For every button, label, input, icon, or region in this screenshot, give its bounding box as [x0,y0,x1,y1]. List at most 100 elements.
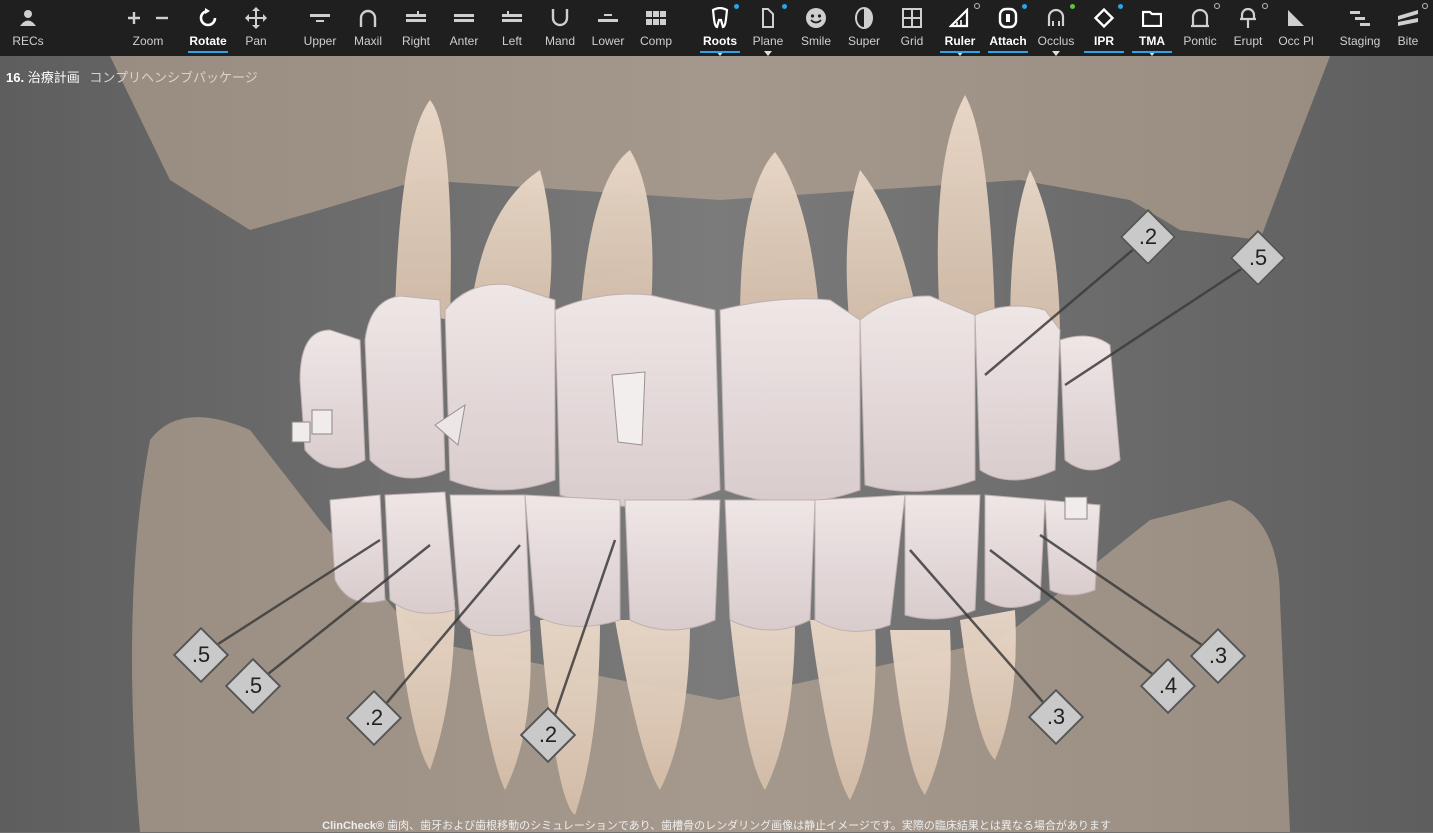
smile-button[interactable]: Smile [796,0,836,56]
pontic-button[interactable]: Pontic [1180,0,1220,56]
superimpose-button[interactable]: Super [844,0,884,56]
recs-button[interactable]: RECs [8,0,48,56]
mand-view-label: Mand [544,34,576,48]
plane-button[interactable]: Plane [748,0,788,56]
ipr-marker[interactable]: .3 [1027,688,1085,746]
rotate-icon [198,7,218,29]
superimpose-icon [854,7,874,29]
attach-label: Attach [989,34,1027,48]
occlusion-label: Occlus [1037,34,1075,48]
ipr-marker[interactable]: .5 [1229,229,1287,287]
upper-view-button[interactable]: Upper [300,0,340,56]
pontic-icon [1190,7,1210,29]
recs-label: RECs [12,34,44,48]
plane-status-dot [782,4,787,9]
occlusal-plane-label: Occ Pl [1278,34,1314,48]
ipr-label: IPR [1093,34,1114,48]
mand-view-button[interactable]: Mand [540,0,580,56]
maxil-view-button[interactable]: Maxil [349,0,387,56]
ipr-value: .2 [1138,224,1158,249]
lower-view-icon [597,7,619,29]
clincheck-brand: ClinCheck® [322,820,385,832]
attach-button[interactable]: Attach [986,0,1030,56]
toolbar: RECs Zoom Rotate Pan Upper Maxil Right A… [0,0,1433,56]
pan-button[interactable]: Pan [238,0,274,56]
tma-button[interactable]: TMA [1130,0,1174,56]
erupt-button[interactable]: Erupt [1228,0,1268,56]
compare-button[interactable]: Comp [636,0,676,56]
smile-label: Smile [800,34,831,48]
disclaimer-text: 歯肉、歯牙および歯根移動のシミュレーションであり、歯槽骨のレンダリング画像は静止… [384,820,1111,832]
disclaimer-footer: ClinCheck® 歯肉、歯牙および歯根移動のシミュレーションであり、歯槽骨の… [0,817,1433,833]
zoom-label: Zoom [132,34,164,48]
stage-name: 治療計画 [27,70,80,85]
rotate-button[interactable]: Rotate [186,0,230,56]
mandibular-arch-icon [550,7,570,29]
rotate-label: Rotate [189,34,227,48]
bite-button[interactable]: Bite [1390,0,1428,56]
occlusion-button[interactable]: Occlus [1036,0,1076,56]
attach-status-dot [1022,4,1027,9]
ipr-marker[interactable]: .5 [172,626,230,684]
occlusal-plane-button[interactable]: Occ Pl [1276,0,1316,56]
maxil-view-label: Maxil [353,34,382,48]
eruption-icon [1238,7,1258,29]
ipr-value: .2 [538,722,558,747]
ipr-marker[interactable]: .2 [1119,208,1177,266]
ipr-marker[interactable]: .2 [519,706,577,764]
pan-arrows-icon [245,7,267,29]
pontic-label: Pontic [1183,34,1217,48]
left-view-icon [501,7,523,29]
zoom-plus-minus-icon [125,7,171,29]
ipr-value: .5 [243,673,263,698]
ruler-status-ring [974,3,980,9]
left-view-label: Left [501,34,522,48]
staging-button[interactable]: Staging [1336,0,1384,56]
erupt-status-ring [1262,3,1268,9]
ipr-value: .5 [191,642,211,667]
ruler-button[interactable]: Ruler [938,0,982,56]
pontic-status-ring [1214,3,1220,9]
clincheck-3d-viewport[interactable] [0,56,1433,832]
person-icon [19,7,37,29]
ruler-label: Ruler [944,34,976,48]
compare-label: Comp [639,34,672,48]
anterior-view-button[interactable]: Anter [444,0,484,56]
ipr-button[interactable]: IPR [1082,0,1126,56]
ipr-diamond-icon [1093,7,1115,29]
left-view-button[interactable]: Left [492,0,532,56]
tooth-root-icon [710,7,730,29]
plane-icon [760,7,776,29]
zoom-button[interactable]: Zoom [122,0,174,56]
ipr-marker[interactable]: .5 [224,657,282,715]
erupt-label: Erupt [1233,34,1263,48]
anterior-view-label: Anter [449,34,479,48]
ipr-marker[interactable]: .3 [1189,627,1247,685]
superimpose-label: Super [847,34,881,48]
roots-button[interactable]: Roots [698,0,742,56]
right-view-label: Right [401,34,430,48]
attachment-icon [998,7,1018,29]
maxillary-arch-icon [358,7,378,29]
ipr-value: .2 [364,705,384,730]
pan-label: Pan [245,34,267,48]
ipr-value: .3 [1046,704,1066,729]
staging-label: Staging [1339,34,1381,48]
stage-number: 16. [6,70,25,85]
compare-grid-icon [645,7,667,29]
grid-button[interactable]: Grid [892,0,932,56]
occlusion-status-dot [1070,4,1075,9]
right-view-button[interactable]: Right [396,0,436,56]
grid-label: Grid [900,34,924,48]
ipr-marker[interactable]: .2 [345,689,403,747]
upper-view-icon [309,7,331,29]
roots-label: Roots [703,34,737,48]
anterior-view-icon [453,7,475,29]
attachment-central-incisor [611,371,646,446]
ipr-value: .5 [1248,245,1268,270]
staging-icon [1349,7,1371,29]
smile-face-icon [805,7,827,29]
folder-icon [1142,7,1162,29]
ruler-triangle-icon [949,7,971,29]
lower-view-button[interactable]: Lower [588,0,628,56]
